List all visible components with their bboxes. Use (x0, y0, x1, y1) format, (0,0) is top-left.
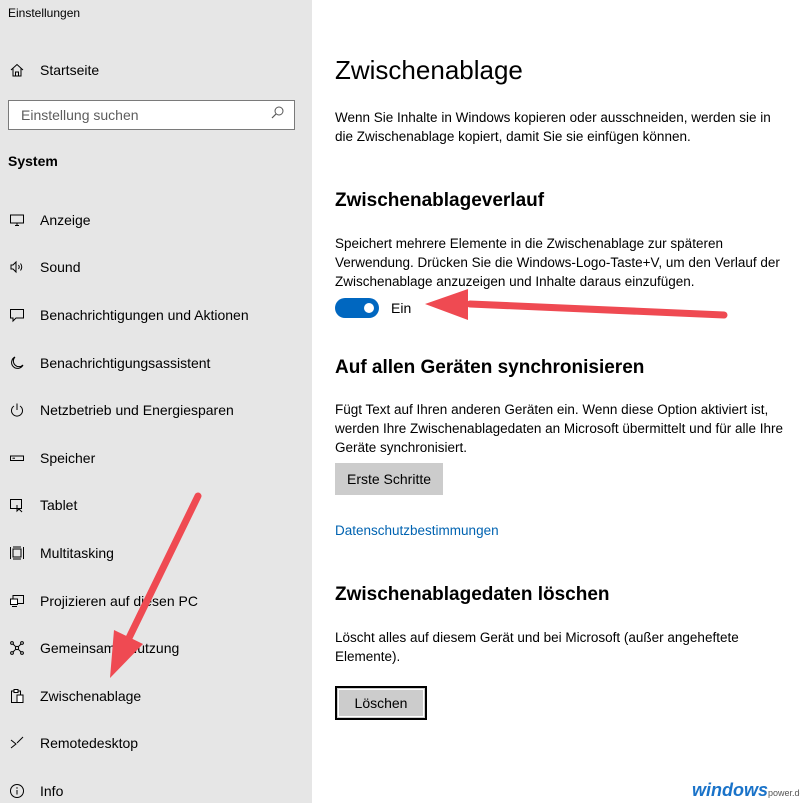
sidebar-item-label: Remotedesktop (40, 735, 139, 752)
sidebar-item-label: Netzbetrieb und Energiesparen (40, 402, 234, 419)
sidebar-item-benachrichtigungen[interactable]: Benachrichtigungen und Aktionen (0, 291, 312, 339)
sync-heading: Auf allen Geräten synchronisieren (335, 357, 645, 378)
sidebar-item-label: Benachrichtigungen und Aktionen (40, 306, 249, 323)
sidebar-item-zwischenablage[interactable]: Zwischenablage (0, 672, 312, 720)
sidebar-item-label: Tablet (40, 497, 78, 514)
page-title: Zwischenablage (335, 55, 523, 85)
storage-icon (8, 449, 26, 467)
sidebar-item-netzbetrieb[interactable]: Netzbetrieb und Energiesparen (0, 386, 312, 434)
sidebar-item-label: Benachrichtigungsassistent (40, 354, 211, 371)
sidebar-item-home[interactable]: Startseite (0, 54, 312, 86)
search-icon[interactable] (271, 106, 284, 124)
watermark-brand: windows (692, 780, 768, 800)
delete-button[interactable]: Löschen (335, 686, 427, 720)
sidebar-item-label: Multitasking (40, 544, 114, 561)
section-title: System (8, 153, 58, 169)
history-toggle-state: Ein (391, 300, 412, 316)
notification-icon (8, 306, 26, 324)
clipboard-icon (8, 687, 26, 705)
sidebar-item-label: Zwischenablage (40, 687, 142, 704)
multitasking-icon (8, 544, 26, 562)
watermark-suffix: power.de (768, 788, 800, 798)
sync-description: Fügt Text auf Ihren anderen Geräten ein.… (335, 402, 783, 455)
intro-text: Wenn Sie Inhalte in Windows kopieren ode… (335, 110, 771, 144)
sidebar-item-info[interactable]: Info (0, 767, 312, 803)
privacy-link[interactable]: Datenschutzbestimmungen (335, 523, 499, 538)
sidebar-item-projizieren[interactable]: Projizieren auf diesen PC (0, 577, 312, 625)
info-icon (8, 782, 26, 800)
sidebar-item-label: Gemeinsame Nutzung (40, 640, 180, 657)
history-toggle[interactable] (335, 298, 379, 318)
clear-heading: Zwischenablagedaten löschen (335, 584, 610, 605)
history-toggle-row: Ein (335, 298, 411, 318)
sidebar-item-tablet[interactable]: Tablet (0, 482, 312, 530)
remote-desktop-icon (8, 734, 26, 752)
sidebar-item-sound[interactable]: Sound (0, 244, 312, 292)
search-box (8, 100, 295, 130)
project-icon (8, 592, 26, 610)
search-input[interactable] (21, 107, 261, 123)
sidebar-item-assistent[interactable]: Benachrichtigungsassistent (0, 339, 312, 387)
history-heading: Zwischenablageverlauf (335, 190, 545, 211)
sidebar-item-label: Sound (40, 259, 81, 276)
clear-description: Löscht alles auf diesem Gerät und bei Mi… (335, 630, 739, 664)
sidebar-item-speicher[interactable]: Speicher (0, 434, 312, 482)
tablet-icon (8, 496, 26, 514)
app-title: Einstellungen (8, 6, 81, 20)
toggle-knob (364, 303, 374, 313)
moon-icon (8, 354, 26, 372)
sidebar-item-anzeige[interactable]: Anzeige (0, 196, 312, 244)
sidebar-item-label: Speicher (40, 449, 96, 466)
sidebar: Einstellungen Startseite System Anzeige … (0, 0, 312, 803)
sidebar-item-label: Info (40, 782, 64, 799)
sidebar-item-label: Projizieren auf diesen PC (40, 592, 198, 609)
get-started-button[interactable]: Erste Schritte (335, 463, 443, 495)
watermark-logo: windowspower.de (692, 780, 800, 801)
home-icon (9, 62, 25, 78)
speaker-icon (8, 258, 26, 276)
history-description: Speichert mehrere Elemente in die Zwisch… (335, 236, 780, 289)
sidebar-nav: Anzeige Sound Benachrichtigungen und Akt… (0, 196, 312, 803)
sidebar-item-home-label: Startseite (40, 62, 100, 78)
share-icon (8, 639, 26, 657)
sidebar-item-multitasking[interactable]: Multitasking (0, 529, 312, 577)
arrow-to-toggle (425, 289, 728, 320)
sidebar-item-label: Anzeige (40, 211, 91, 228)
power-icon (8, 401, 26, 419)
sidebar-item-remotedesktop[interactable]: Remotedesktop (0, 720, 312, 768)
monitor-icon (8, 211, 26, 229)
sidebar-item-gemeinsame-nutzung[interactable]: Gemeinsame Nutzung (0, 624, 312, 672)
